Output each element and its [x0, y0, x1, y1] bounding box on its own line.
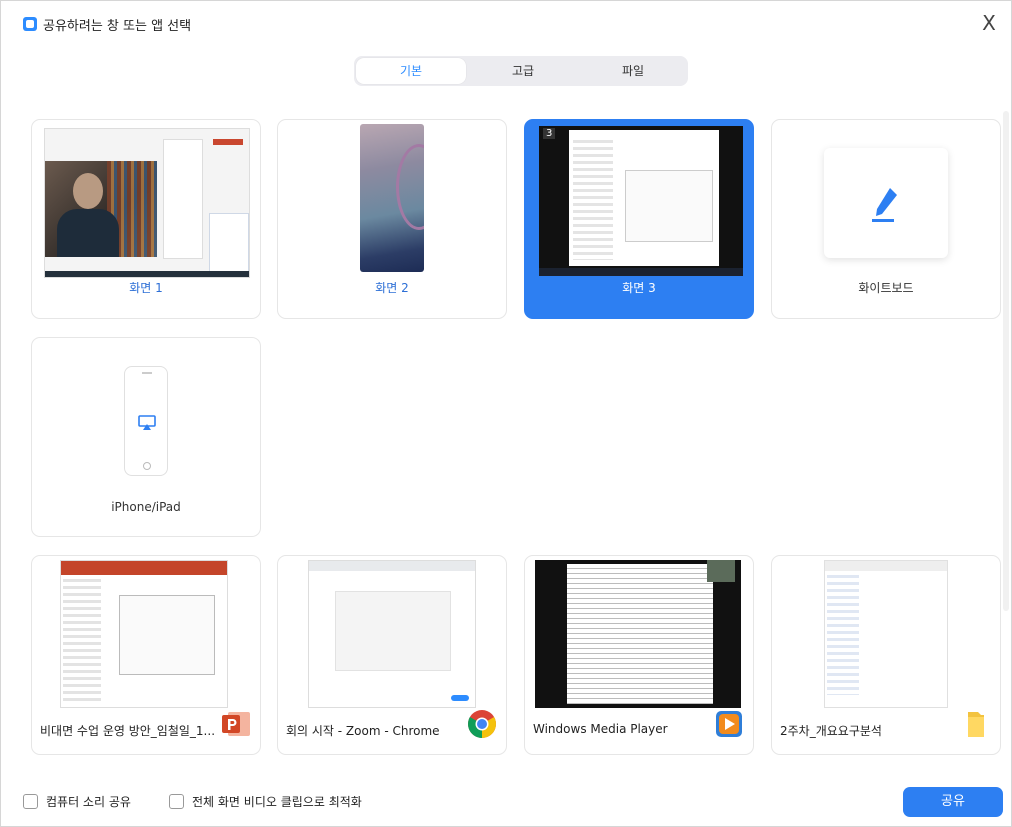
- zoom-app-icon: [23, 17, 37, 31]
- share-screen-dialog: 공유하려는 창 또는 앱 선택 X 기본 고급 파일 화면 1 화면 2 3 화…: [0, 0, 1012, 827]
- screen-2-label: 화면 2: [375, 281, 409, 295]
- optimize-video-label: 전체 화면 비디오 클립으로 최적화: [192, 795, 362, 809]
- windows-media-player-icon: [716, 711, 742, 737]
- app-label-folder: 2주차_개요요구분석: [780, 724, 882, 738]
- checkbox-box[interactable]: [23, 794, 38, 809]
- checkbox-box[interactable]: [169, 794, 184, 809]
- powerpoint-window-thumbnail: [60, 560, 228, 708]
- airplay-icon: [138, 415, 156, 430]
- share-sound-label: 컴퓨터 소리 공유: [46, 795, 131, 809]
- pen-icon: [872, 188, 897, 222]
- share-sound-checkbox[interactable]: 컴퓨터 소리 공유: [23, 793, 131, 810]
- whiteboard-label: 화이트보드: [858, 281, 914, 295]
- share-tabs: 기본 고급 파일: [354, 56, 688, 86]
- screen-3-label: 화면 3: [622, 281, 656, 295]
- share-button[interactable]: 공유: [903, 787, 1003, 817]
- iphone-icon: [124, 366, 168, 476]
- whiteboard-thumbnail: [824, 148, 948, 258]
- title-bar: 공유하려는 창 또는 앱 선택 X: [1, 1, 1011, 47]
- screen-3-tile[interactable]: 3 화면 3: [524, 119, 754, 319]
- screen-2-thumbnail: [360, 124, 424, 272]
- app-tile-windows-media-player[interactable]: Windows Media Player: [524, 555, 754, 755]
- screen-1-label: 화면 1: [129, 281, 163, 295]
- powerpoint-icon: [222, 712, 250, 736]
- media-player-window-thumbnail: [535, 560, 741, 708]
- app-tile-powerpoint[interactable]: 비대면 수업 운영 방안_임철일_1...: [31, 555, 261, 755]
- dialog-footer: 컴퓨터 소리 공유 전체 화면 비디오 클립으로 최적화 공유: [1, 783, 1011, 823]
- screen-1-tile[interactable]: 화면 1: [31, 119, 261, 319]
- app-tile-folder[interactable]: 2주차_개요요구분석: [771, 555, 1001, 755]
- app-label-chrome: 회의 시작 - Zoom - Chrome: [286, 724, 440, 738]
- app-tile-chrome[interactable]: 회의 시작 - Zoom - Chrome: [277, 555, 507, 755]
- chrome-icon: [468, 710, 496, 738]
- app-label-powerpoint: 비대면 수업 운영 방안_임철일_1...: [40, 724, 216, 738]
- app-label-windows-media-player: Windows Media Player: [533, 722, 668, 736]
- screen-2-tile[interactable]: 화면 2: [277, 119, 507, 319]
- screen-number-badge: 3: [543, 128, 556, 139]
- tab-files[interactable]: 파일: [578, 56, 688, 86]
- screen-3-thumbnail: 3: [539, 126, 743, 276]
- optimize-video-checkbox[interactable]: 전체 화면 비디오 클립으로 최적화: [169, 793, 362, 810]
- dialog-title: 공유하려는 창 또는 앱 선택: [43, 19, 192, 34]
- folder-icon: [968, 712, 984, 737]
- tab-basic[interactable]: 기본: [356, 58, 466, 84]
- chrome-window-thumbnail: [308, 560, 476, 708]
- scrollbar[interactable]: [1003, 111, 1009, 611]
- folder-window-thumbnail: [824, 560, 948, 708]
- whiteboard-tile[interactable]: 화이트보드: [771, 119, 1001, 319]
- screen-1-thumbnail: [44, 128, 250, 278]
- iphone-ipad-label: iPhone/iPad: [111, 500, 181, 514]
- close-button[interactable]: X: [977, 11, 1001, 35]
- tab-advanced[interactable]: 고급: [468, 56, 578, 86]
- iphone-ipad-tile[interactable]: iPhone/iPad: [31, 337, 261, 537]
